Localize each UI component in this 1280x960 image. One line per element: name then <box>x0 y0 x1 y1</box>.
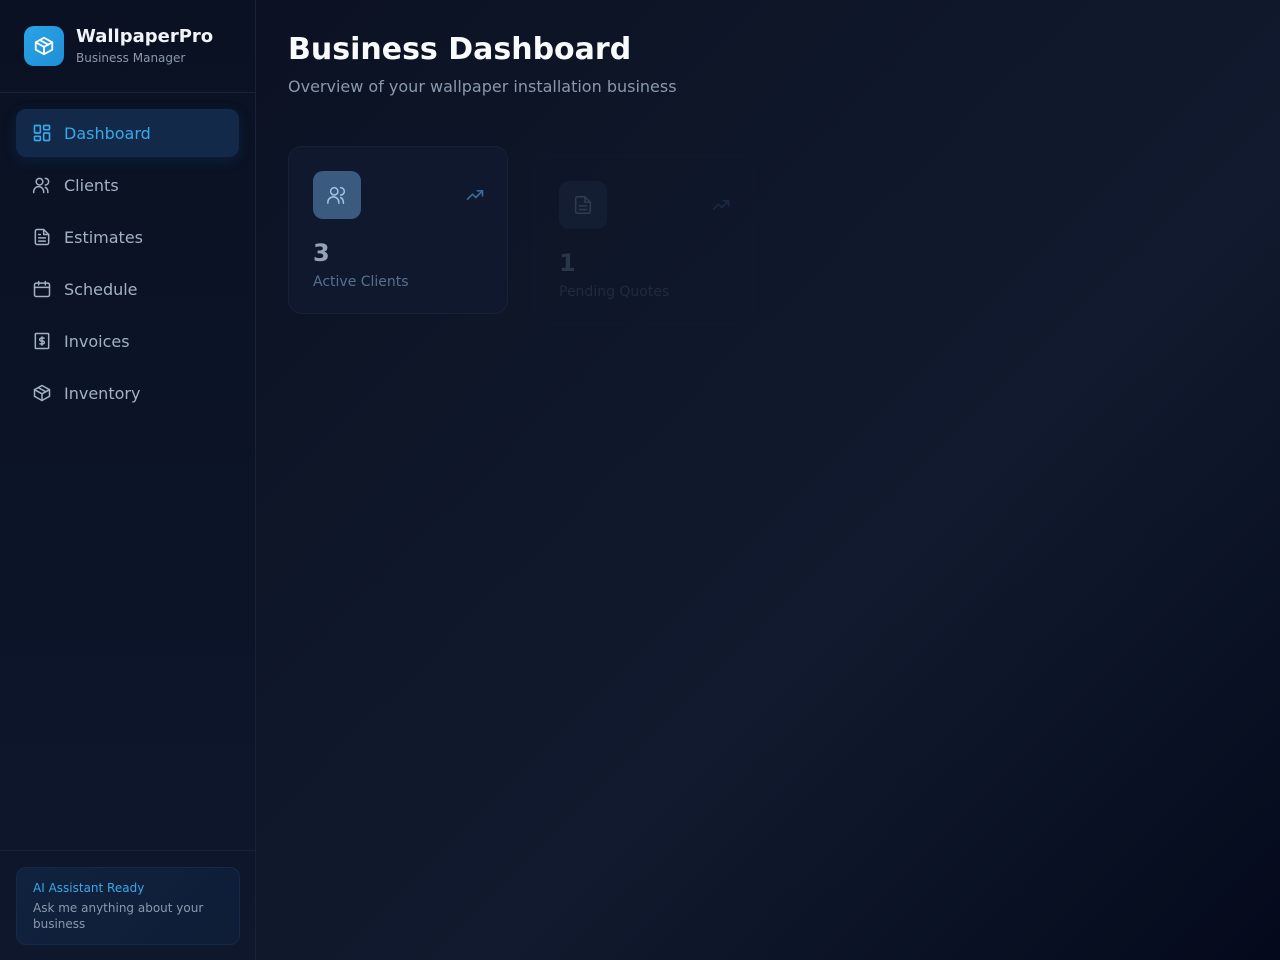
sidebar-item-schedule[interactable]: Schedule <box>16 265 239 313</box>
sidebar-item-inventory[interactable]: Inventory <box>16 369 239 417</box>
stat-value: 1 <box>559 249 576 277</box>
stat-card-pending-quotes[interactable]: 1 Pending Quotes <box>534 156 754 324</box>
sidebar-footer: AI Assistant Ready Ask me anything about… <box>0 850 256 960</box>
sidebar-nav: Dashboard Clients Estimates Schedule Inv… <box>0 93 255 417</box>
sidebar-item-clients[interactable]: Clients <box>16 161 239 209</box>
document-icon <box>32 227 52 247</box>
main-content: Business Dashboard Overview of your wall… <box>288 32 1248 326</box>
calendar-icon <box>32 279 52 299</box>
brand-tagline: Business Manager <box>76 51 186 65</box>
page-subtitle: Overview of your wallpaper installation … <box>288 77 677 96</box>
sidebar-item-estimates[interactable]: Estimates <box>16 213 239 261</box>
stat-label: Pending Quotes <box>559 284 670 300</box>
sidebar-item-invoices[interactable]: Invoices <box>16 317 239 365</box>
sidebar-item-label: Invoices <box>64 331 130 351</box>
ai-assistant-text: Ask me anything about your business <box>33 901 204 931</box>
dashboard-icon <box>32 123 52 143</box>
page-title: Business Dashboard <box>288 32 632 67</box>
brand-name: WallpaperPro <box>76 26 214 47</box>
sidebar-item-dashboard[interactable]: Dashboard <box>16 109 239 157</box>
sidebar-item-label: Schedule <box>64 279 138 299</box>
ai-assistant-title: AI Assistant Ready <box>33 881 145 895</box>
trending-up-icon <box>711 195 731 215</box>
sidebar-item-label: Clients <box>64 175 119 195</box>
users-icon <box>313 171 361 219</box>
package-icon <box>32 383 52 403</box>
brand: WallpaperPro Business Manager <box>0 0 255 93</box>
package-icon <box>24 26 64 66</box>
ai-assistant-card[interactable]: AI Assistant Ready Ask me anything about… <box>16 867 240 945</box>
sidebar-item-label: Estimates <box>64 227 144 247</box>
stat-card-active-clients[interactable]: 3 Active Clients <box>288 146 508 314</box>
stats-grid: 3 Active Clients 1 Pending Quotes <box>288 146 1248 326</box>
document-icon <box>559 181 607 229</box>
stat-label: Active Clients <box>313 274 409 290</box>
trending-up-icon <box>465 185 485 205</box>
app: WallpaperPro Business Manager Dashboard <box>0 0 1280 960</box>
sidebar-item-label: Dashboard <box>64 123 151 143</box>
sidebar-item-label: Inventory <box>64 383 141 403</box>
sidebar: WallpaperPro Business Manager Dashboard <box>0 0 256 960</box>
stat-value: 3 <box>313 239 330 267</box>
users-icon <box>32 175 52 195</box>
invoice-icon <box>32 331 52 351</box>
